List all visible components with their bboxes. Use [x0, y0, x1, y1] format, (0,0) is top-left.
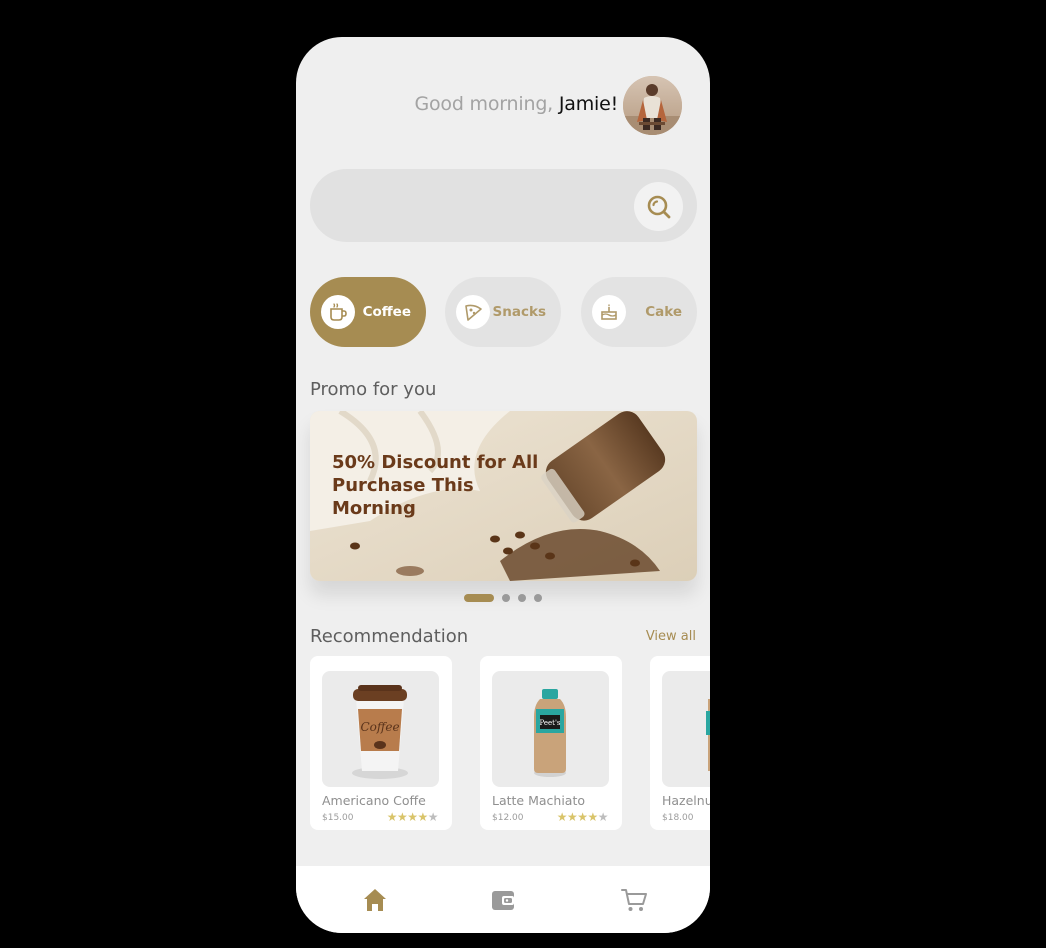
- search-input[interactable]: [334, 189, 624, 221]
- greeting-prefix: Good morning,: [414, 93, 554, 115]
- product-name: Hazelnu: [662, 793, 710, 808]
- user-name: Jamie!: [558, 93, 618, 115]
- cart-icon: [621, 889, 647, 911]
- product-image: Peet's: [492, 671, 609, 787]
- product-price: $12.00: [492, 813, 524, 823]
- product-image: Coffee: [322, 671, 439, 787]
- category-label: Cake: [645, 304, 682, 320]
- category-label: Snacks: [492, 304, 546, 320]
- product-name: Latte Machiato: [492, 793, 586, 808]
- category-snacks[interactable]: Snacks: [445, 277, 561, 347]
- svg-text:Coffee: Coffee: [360, 720, 399, 734]
- promo-headline: 50% Discount for All Purchase This Morni…: [332, 452, 539, 519]
- category-label: Coffee: [362, 304, 411, 320]
- product-image: [662, 671, 710, 787]
- avatar[interactable]: [623, 76, 682, 135]
- wallet-icon: [492, 891, 514, 910]
- cake-icon: [592, 295, 626, 329]
- view-all-link[interactable]: View all: [646, 629, 696, 644]
- product-price: $18.00: [662, 813, 694, 823]
- carousel-dot[interactable]: [518, 594, 526, 602]
- search-icon: [647, 195, 670, 218]
- carousel-dot[interactable]: [534, 594, 542, 602]
- recommendation-section-title: Recommendation: [310, 626, 469, 647]
- product-card[interactable]: Hazelnu $18.00: [650, 656, 710, 830]
- pizza-slice-icon: [456, 295, 490, 329]
- nav-wallet[interactable]: [486, 883, 520, 917]
- nav-cart[interactable]: [617, 883, 651, 917]
- carousel-dot[interactable]: [502, 594, 510, 602]
- carousel-dot-active[interactable]: [464, 594, 494, 602]
- search-bar: [310, 169, 697, 242]
- product-card[interactable]: Coffee Americano Coffe $15.00 ★★★★★: [310, 656, 452, 830]
- search-button[interactable]: [634, 182, 683, 231]
- category-coffee[interactable]: Coffee: [310, 277, 426, 347]
- carousel-indicator: [464, 594, 542, 602]
- nav-home[interactable]: [358, 883, 392, 917]
- rating-stars: ★★★★★: [386, 810, 439, 824]
- bottom-navigation: [296, 866, 710, 933]
- promo-section-title: Promo for you: [310, 379, 437, 400]
- product-price: $15.00: [322, 813, 354, 823]
- promo-banner[interactable]: 50% Discount for All Purchase This Morni…: [310, 411, 697, 581]
- avatar-image: [623, 76, 682, 135]
- greeting: Good morning, Jamie!: [414, 93, 618, 115]
- product-card[interactable]: Peet's Latte Machiato $12.00 ★★★★★: [480, 656, 622, 830]
- home-icon: [364, 889, 386, 911]
- svg-text:Peet's: Peet's: [539, 719, 560, 727]
- rating-stars: ★★★★★: [556, 810, 609, 824]
- category-cake[interactable]: Cake: [581, 277, 697, 347]
- product-name: Americano Coffe: [322, 793, 426, 808]
- coffee-cup-icon: [321, 295, 355, 329]
- phone-screen: Good morning, Jamie! Coffee Snacks Cake …: [296, 37, 710, 933]
